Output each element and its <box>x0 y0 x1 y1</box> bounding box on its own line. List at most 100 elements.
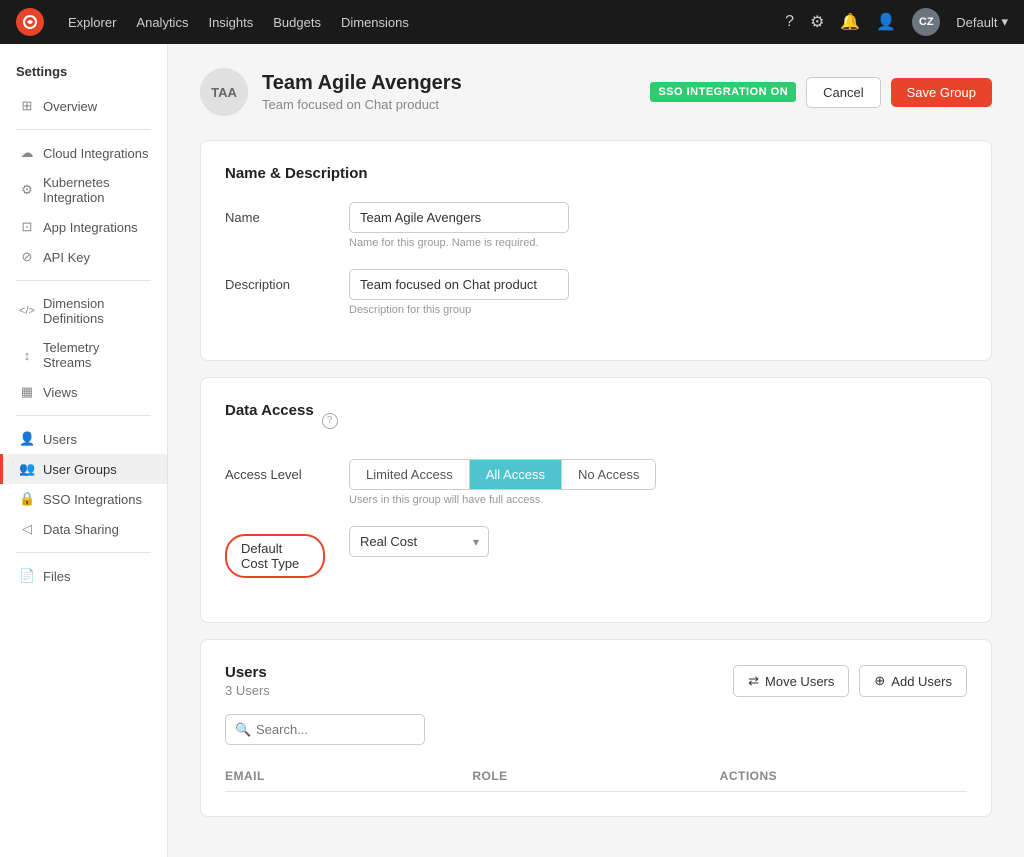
sidebar-item-files[interactable]: 📄 Files <box>0 561 167 591</box>
search-wrapper: 🔍 <box>225 714 967 745</box>
team-avatar: TAA <box>200 68 248 116</box>
sidebar-divider-4 <box>16 552 151 553</box>
access-hint: Users in this group will have full acces… <box>349 494 967 506</box>
no-access-tab[interactable]: No Access <box>561 460 655 489</box>
users-icon: 👤 <box>19 431 35 447</box>
name-hint: Name for this group. Name is required. <box>349 237 967 249</box>
access-level-row: Access Level Limited Access All Access N… <box>225 459 967 506</box>
sidebar-item-data-sharing[interactable]: ◁ Data Sharing <box>0 514 167 544</box>
move-users-icon: ⇄ <box>748 673 759 689</box>
sidebar-item-api-key[interactable]: ⊘ API Key <box>0 242 167 272</box>
sidebar-item-views[interactable]: ▦ Views <box>0 377 167 407</box>
email-column-header: Email <box>225 769 472 783</box>
add-users-icon: ⊕ <box>874 673 885 689</box>
description-hint: Description for this group <box>349 304 967 316</box>
role-column-header: Role <box>472 769 719 783</box>
workspace-selector[interactable]: Default ▾ <box>956 14 1008 30</box>
nav-explorer[interactable]: Explorer <box>68 15 116 30</box>
move-users-button[interactable]: ⇄ Move Users <box>733 665 849 697</box>
cost-type-field: Real Cost Amortized Cost Blended Cost ▾ <box>349 526 967 557</box>
sidebar-divider-3 <box>16 415 151 416</box>
cancel-button[interactable]: Cancel <box>806 77 880 108</box>
users-header: Users 3 Users ⇄ Move Users ⊕ Add Users <box>225 664 967 698</box>
name-description-card: Name & Description Name Name for this gr… <box>200 140 992 361</box>
help-icon[interactable]: ? <box>785 13 794 31</box>
main-content: TAA Team Agile Avengers Team focused on … <box>168 44 1024 857</box>
cloud-icon: ☁ <box>19 145 35 161</box>
data-access-title: Data Access <box>225 402 314 419</box>
save-group-button[interactable]: Save Group <box>891 78 992 107</box>
name-section-title: Name & Description <box>225 165 967 182</box>
data-sharing-icon: ◁ <box>19 521 35 537</box>
notifications-icon[interactable]: 🔔 <box>840 12 860 32</box>
data-access-card: Data Access ? Access Level Limited Acces… <box>200 377 992 623</box>
kubernetes-icon: ⚙ <box>19 182 35 198</box>
users-actions: ⇄ Move Users ⊕ Add Users <box>733 665 967 697</box>
page-title: Team Agile Avengers <box>262 72 462 95</box>
sidebar-item-telemetry[interactable]: ↕ Telemetry Streams <box>0 333 167 377</box>
topnav-right: ? ⚙ 🔔 👤 CZ Default ▾ <box>785 8 1008 36</box>
sidebar-item-user-groups[interactable]: 👥 User Groups <box>0 454 167 484</box>
access-level-label: Access Level <box>225 459 325 482</box>
description-label: Description <box>225 269 325 292</box>
sidebar-item-overview[interactable]: ⊞ Overview <box>0 91 167 121</box>
data-access-title-row: Data Access ? <box>225 402 967 439</box>
sidebar-item-users[interactable]: 👤 Users <box>0 424 167 454</box>
settings-icon[interactable]: ⚙ <box>810 12 824 32</box>
sidebar-item-cloud-integrations[interactable]: ☁ Cloud Integrations <box>0 138 167 168</box>
top-navigation: Explorer Analytics Insights Budgets Dime… <box>0 0 1024 44</box>
search-icon: 🔍 <box>235 722 251 738</box>
nav-insights[interactable]: Insights <box>208 15 253 30</box>
nav-analytics[interactable]: Analytics <box>136 15 188 30</box>
overview-icon: ⊞ <box>19 98 35 114</box>
description-field-row: Description Description for this group <box>225 269 967 316</box>
page-subtitle: Team focused on Chat product <box>262 97 462 112</box>
nav-budgets[interactable]: Budgets <box>273 15 321 30</box>
name-field-row: Name Name for this group. Name is requir… <box>225 202 967 249</box>
search-input[interactable] <box>225 714 425 745</box>
nav-dimensions[interactable]: Dimensions <box>341 15 409 30</box>
actions-column-header: Actions <box>720 769 967 783</box>
page-header: TAA Team Agile Avengers Team focused on … <box>200 68 992 116</box>
sidebar-divider-2 <box>16 280 151 281</box>
logo[interactable] <box>16 8 44 36</box>
data-access-info-icon[interactable]: ? <box>322 413 338 429</box>
add-users-button[interactable]: ⊕ Add Users <box>859 665 967 697</box>
users-title: Users <box>225 664 270 681</box>
name-input[interactable] <box>349 202 569 233</box>
files-icon: 📄 <box>19 568 35 584</box>
access-level-tabs: Limited Access All Access No Access <box>349 459 656 490</box>
app-layout: Settings ⊞ Overview ☁ Cloud Integrations… <box>0 44 1024 857</box>
users-card: Users 3 Users ⇄ Move Users ⊕ Add Users 🔍 <box>200 639 992 817</box>
avatar[interactable]: CZ <box>912 8 940 36</box>
sidebar-item-app-integrations[interactable]: ⊡ App Integrations <box>0 212 167 242</box>
cost-type-row: Default Cost Type Real Cost Amortized Co… <box>225 526 967 578</box>
name-field: Name for this group. Name is required. <box>349 202 967 249</box>
users-title-block: Users 3 Users <box>225 664 270 698</box>
cost-type-label: Default Cost Type <box>225 526 325 578</box>
sidebar-item-kubernetes[interactable]: ⚙ Kubernetes Integration <box>0 168 167 212</box>
description-input[interactable] <box>349 269 569 300</box>
page-header-right: SSO INTEGRATION ON Cancel Save Group <box>650 77 992 108</box>
name-label: Name <box>225 202 325 225</box>
user-groups-icon: 👥 <box>19 461 35 477</box>
page-header-left: TAA Team Agile Avengers Team focused on … <box>200 68 462 116</box>
sidebar-item-sso[interactable]: 🔒 SSO Integrations <box>0 484 167 514</box>
limited-access-tab[interactable]: Limited Access <box>350 460 469 489</box>
dimension-icon: </> <box>19 305 35 317</box>
sso-badge: SSO INTEGRATION ON <box>650 82 796 102</box>
telemetry-icon: ↕ <box>19 348 35 363</box>
sidebar-item-dimension-definitions[interactable]: </> Dimension Definitions <box>0 289 167 333</box>
nav-links: Explorer Analytics Insights Budgets Dime… <box>68 15 761 30</box>
sidebar-divider-1 <box>16 129 151 130</box>
api-key-icon: ⊘ <box>19 249 35 265</box>
sidebar-heading: Settings <box>0 64 167 91</box>
cost-type-select-wrapper: Real Cost Amortized Cost Blended Cost ▾ <box>349 526 489 557</box>
all-access-tab[interactable]: All Access <box>469 460 561 489</box>
user-icon[interactable]: 👤 <box>876 12 896 32</box>
users-count: 3 Users <box>225 683 270 698</box>
table-header: Email Role Actions <box>225 761 967 792</box>
cost-type-select[interactable]: Real Cost Amortized Cost Blended Cost <box>349 526 489 557</box>
description-field: Description for this group <box>349 269 967 316</box>
page-header-info: Team Agile Avengers Team focused on Chat… <box>262 72 462 112</box>
